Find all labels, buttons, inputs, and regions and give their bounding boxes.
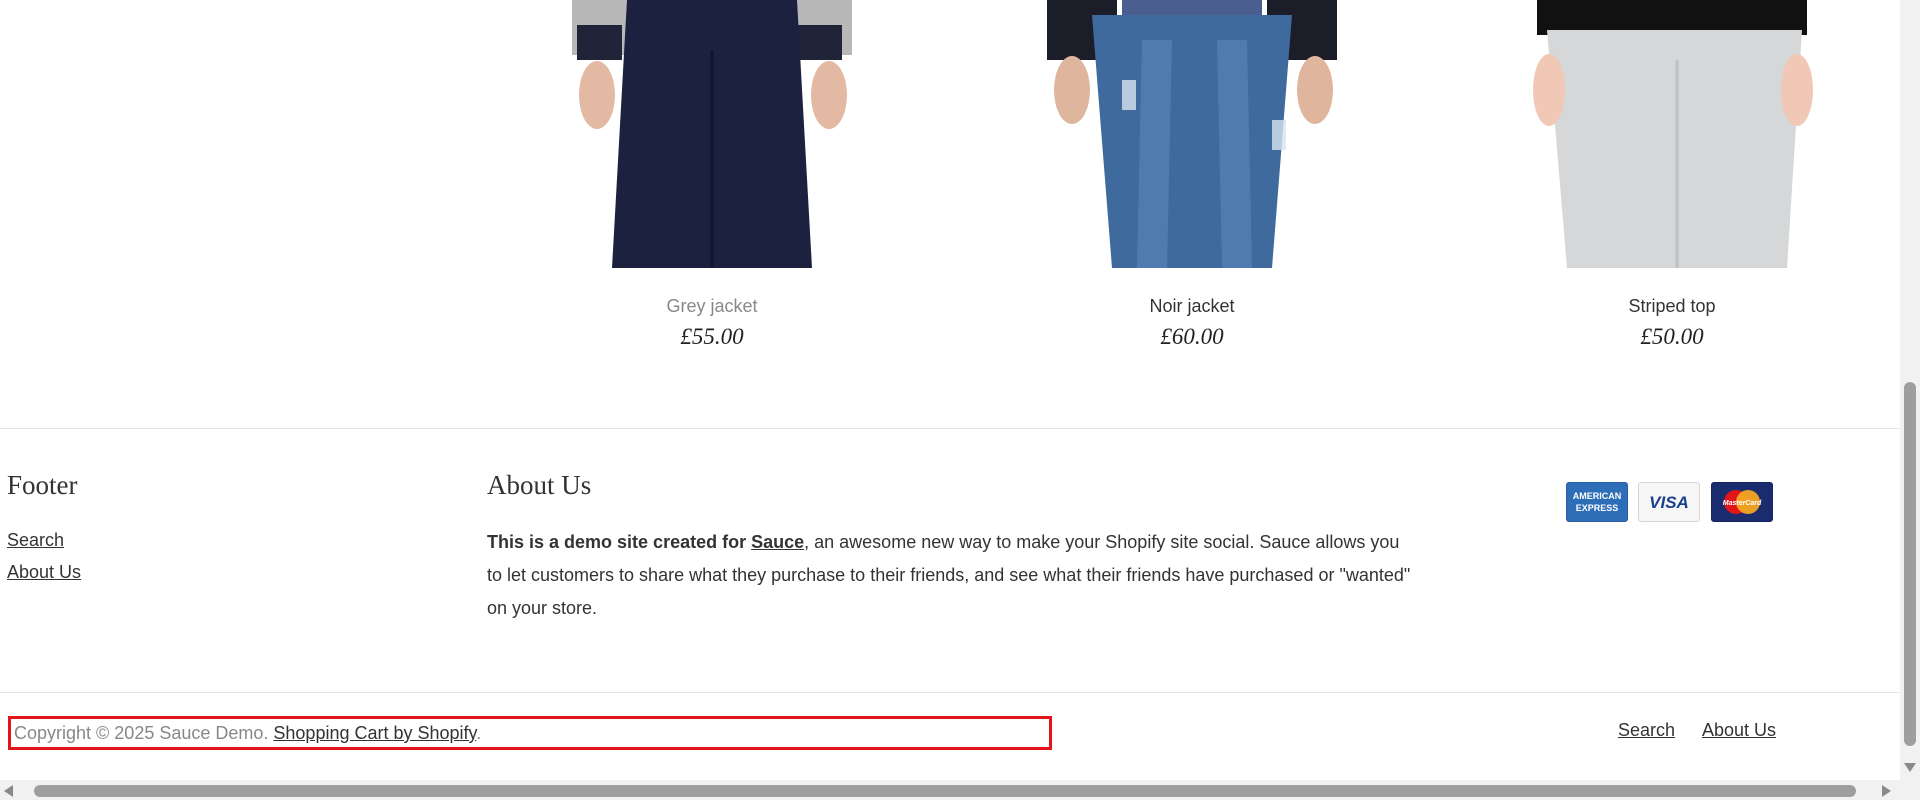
copyright: Copyright © 2025 Sauce Demo. Shopping Ca… xyxy=(8,716,1052,750)
product-image[interactable] xyxy=(1527,0,1817,268)
bottom-link-about-us[interactable]: About Us xyxy=(1702,720,1776,741)
vertical-scroll-thumb[interactable] xyxy=(1904,382,1916,746)
product-price: £55.00 xyxy=(680,324,744,349)
product-name[interactable]: Noir jacket xyxy=(1047,296,1337,317)
product-image[interactable] xyxy=(1047,0,1337,268)
product-price: £60.00 xyxy=(1160,324,1224,349)
horizontal-scroll-thumb[interactable] xyxy=(34,785,1856,797)
svg-text:MasterCard: MasterCard xyxy=(1723,500,1762,507)
copyright-text: Copyright © 2025 Sauce Demo. xyxy=(14,723,274,743)
american-express-icon: AMERICAN EXPRESS xyxy=(1566,482,1628,522)
footer-divider xyxy=(0,428,1900,429)
svg-text:EXPRESS: EXPRESS xyxy=(1576,503,1619,513)
sauce-link[interactable]: Sauce xyxy=(751,532,804,552)
product-name[interactable]: Striped top xyxy=(1527,296,1817,317)
product-name[interactable]: Grey jacket xyxy=(567,296,857,317)
scroll-left-icon[interactable] xyxy=(4,785,13,797)
copyright-suffix: . xyxy=(476,723,482,743)
mastercard-icon: MasterCard xyxy=(1711,482,1773,522)
horizontal-scrollbar[interactable] xyxy=(0,780,1900,800)
about-us-title: About Us xyxy=(487,470,592,500)
shopify-link[interactable]: Shopping Cart by Shopify xyxy=(273,723,476,743)
product-image[interactable] xyxy=(567,0,857,268)
footer-link-about-us[interactable]: About Us xyxy=(7,562,81,583)
vertical-scrollbar[interactable] xyxy=(1900,0,1920,800)
bottom-divider xyxy=(0,692,1900,693)
footer-link-search[interactable]: Search xyxy=(7,530,64,551)
scroll-right-icon[interactable] xyxy=(1882,785,1891,797)
product-price: £50.00 xyxy=(1640,324,1704,349)
scroll-down-icon[interactable] xyxy=(1904,763,1916,772)
visa-icon: VISA xyxy=(1638,482,1700,522)
bottom-link-search[interactable]: Search xyxy=(1618,720,1675,741)
about-us-text: This is a demo site created for Sauce, a… xyxy=(487,526,1417,625)
about-bold-prefix: This is a demo site created for xyxy=(487,532,752,552)
svg-text:AMERICAN: AMERICAN xyxy=(1573,491,1622,501)
footer-title: Footer xyxy=(7,470,78,500)
svg-text:VISA: VISA xyxy=(1649,493,1689,512)
